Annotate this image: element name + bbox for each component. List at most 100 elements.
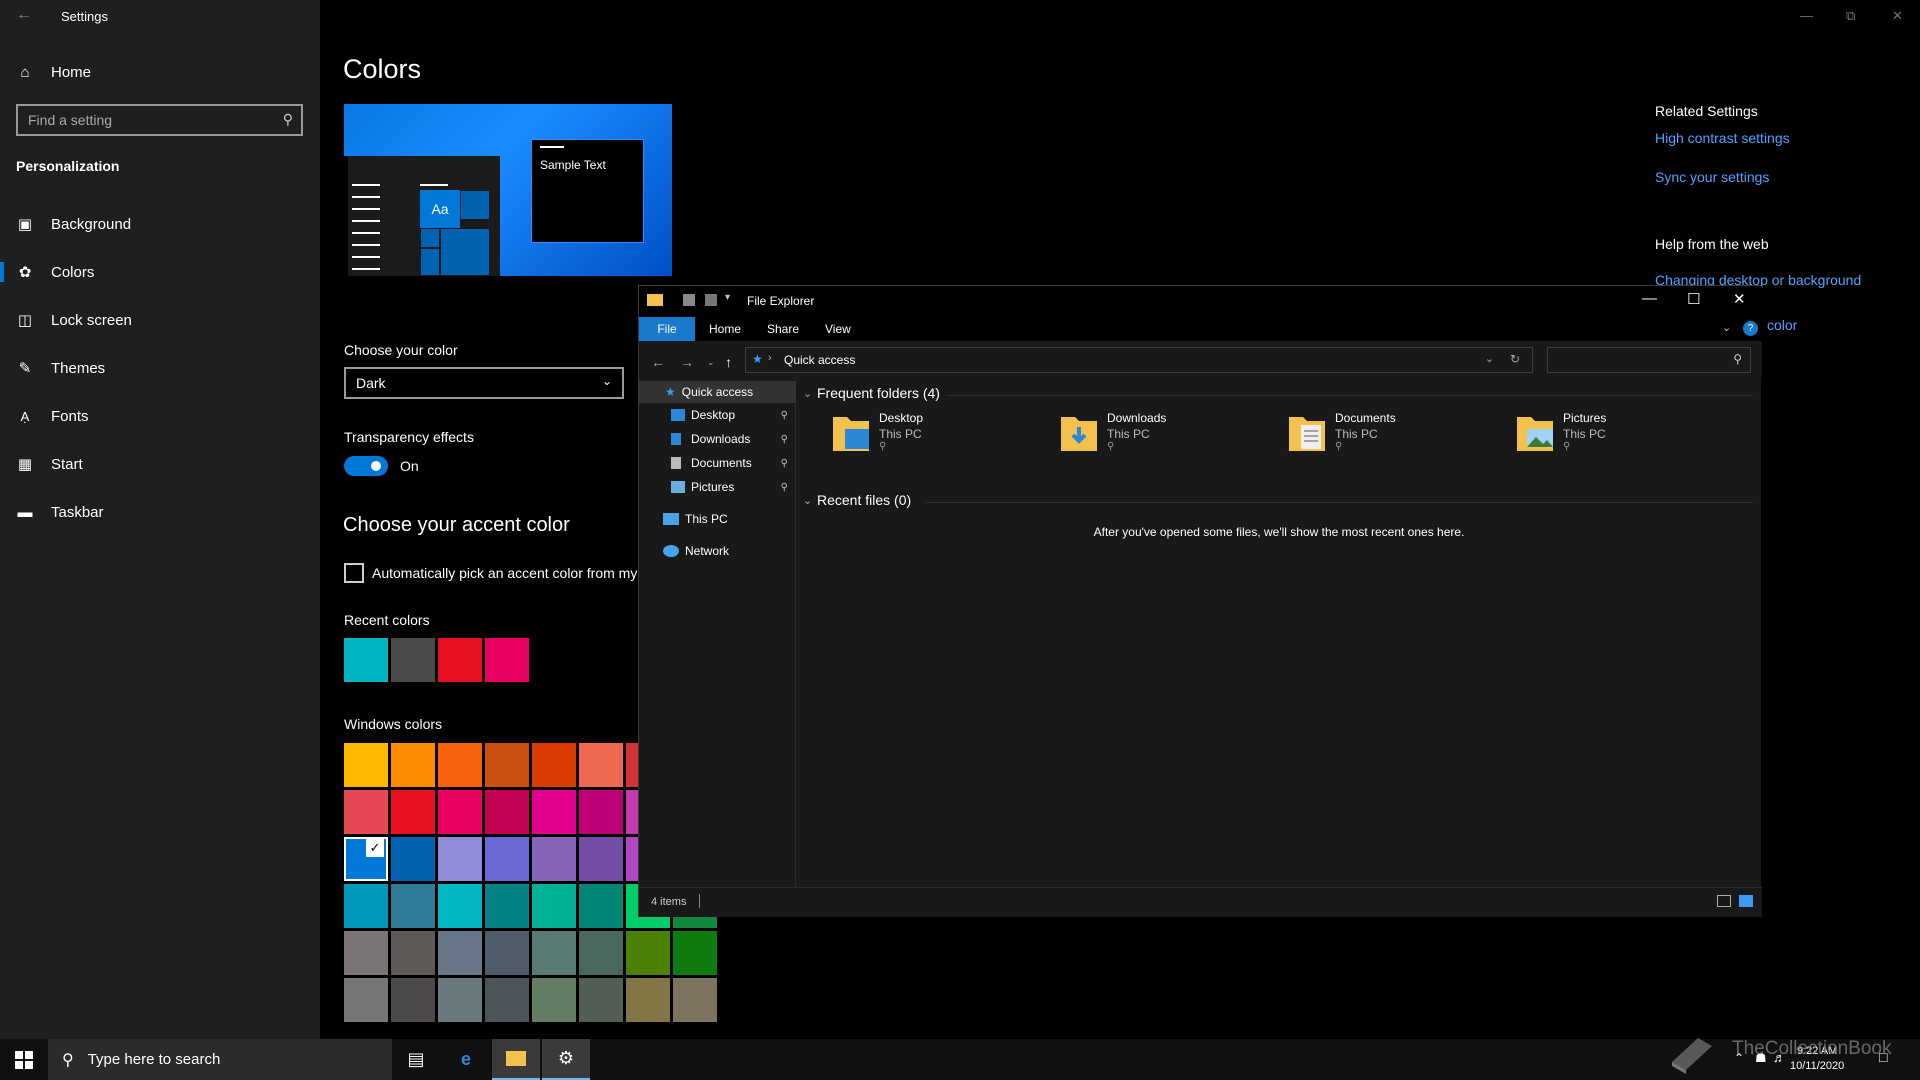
accent-color-swatch[interactable] [344, 743, 388, 787]
pin-icon[interactable]: ⚲ [781, 434, 788, 445]
accent-color-swatch[interactable] [344, 884, 388, 928]
accent-color-swatch[interactable]: ✓ [344, 837, 388, 881]
accent-color-swatch[interactable] [438, 743, 482, 787]
large-icons-view-icon[interactable] [1739, 895, 1753, 907]
new-folder-icon[interactable] [705, 294, 717, 306]
frequent-folders-heading[interactable]: Frequent folders (4) [817, 385, 940, 401]
transparency-toggle[interactable] [344, 456, 388, 476]
properties-icon[interactable] [683, 294, 695, 306]
nav-colors[interactable]: ✿ Colors [0, 252, 320, 292]
accent-color-swatch[interactable] [579, 931, 623, 975]
nav-taskbar[interactable]: ▬ Taskbar [0, 492, 320, 532]
accent-color-swatch[interactable] [485, 743, 529, 787]
collapse-chevron-icon[interactable]: ⌄ [803, 494, 812, 507]
nav-quick-access[interactable]: ★ Quick access [639, 381, 796, 403]
recent-color-swatch[interactable] [344, 638, 388, 682]
address-bar[interactable]: ★ › Quick access ⌄ ↻ [745, 347, 1533, 373]
explorer-close-icon[interactable]: ✕ [1733, 290, 1746, 308]
accent-color-swatch[interactable] [485, 931, 529, 975]
back-icon[interactable]: ← [651, 354, 665, 370]
minimize-icon[interactable]: — [1800, 8, 1813, 23]
auto-accent-checkbox[interactable] [344, 563, 364, 583]
start-button[interactable] [0, 1039, 48, 1080]
explorer-maximize-icon[interactable]: ☐ [1687, 290, 1700, 308]
accent-color-swatch[interactable] [391, 931, 435, 975]
explorer-minimize-icon[interactable]: — [1642, 290, 1657, 307]
accent-color-swatch[interactable] [532, 790, 576, 834]
restore-icon[interactable]: ⧉ [1846, 8, 1855, 24]
nav-themes[interactable]: ✎ Themes [0, 348, 320, 388]
explorer-search-input[interactable]: ⚲ [1547, 347, 1751, 373]
accent-color-swatch[interactable] [344, 931, 388, 975]
close-icon[interactable]: ✕ [1892, 8, 1903, 24]
back-arrow-icon[interactable]: ← [16, 6, 32, 24]
nav-desktop[interactable]: Desktop ⚲ [639, 404, 796, 426]
choose-color-dropdown[interactable]: Dark ⌄ [344, 367, 624, 399]
accent-color-swatch[interactable] [485, 837, 529, 881]
nav-lock-screen[interactable]: ◫ Lock screen [0, 300, 320, 340]
recent-color-swatch[interactable] [391, 638, 435, 682]
nav-documents[interactable]: Documents ⚲ [639, 452, 796, 474]
accent-color-swatch[interactable] [485, 884, 529, 928]
ribbon-tab-share[interactable]: Share [767, 322, 799, 336]
edge-button[interactable]: e [442, 1039, 490, 1080]
sync-settings-link[interactable]: Sync your settings [1655, 169, 1769, 185]
recent-color-swatch[interactable] [485, 638, 529, 682]
pin-icon[interactable]: ⚲ [781, 458, 788, 469]
accent-color-swatch[interactable] [485, 790, 529, 834]
accent-color-swatch[interactable] [626, 978, 670, 1022]
accent-color-swatch[interactable] [626, 931, 670, 975]
accent-color-swatch[interactable] [438, 790, 482, 834]
accent-color-swatch[interactable] [438, 837, 482, 881]
accent-color-swatch[interactable] [391, 837, 435, 881]
taskbar-search-box[interactable]: ⚲ Type here to search [48, 1039, 392, 1080]
accent-color-swatch[interactable] [532, 884, 576, 928]
recent-locations-icon[interactable]: ⌄ [707, 357, 715, 368]
folder-documents[interactable]: Documents This PC ⚲ [1287, 411, 1507, 471]
ribbon-tab-view[interactable]: View [825, 322, 851, 336]
accent-color-swatch[interactable] [579, 884, 623, 928]
accent-color-swatch[interactable] [391, 978, 435, 1022]
details-view-icon[interactable] [1717, 895, 1731, 907]
accent-color-swatch[interactable] [579, 790, 623, 834]
accent-color-swatch[interactable] [391, 790, 435, 834]
pin-icon[interactable]: ⚲ [781, 410, 788, 421]
file-explorer-taskbar-button[interactable] [492, 1039, 540, 1080]
task-view-button[interactable]: ▤ [392, 1039, 440, 1080]
high-contrast-link[interactable]: High contrast settings [1655, 130, 1790, 146]
accent-color-swatch[interactable] [532, 931, 576, 975]
help-link-color[interactable]: color [1767, 317, 1797, 333]
nav-downloads[interactable]: Downloads ⚲ [639, 428, 796, 450]
nav-this-pc[interactable]: This PC [639, 508, 796, 530]
accent-color-swatch[interactable] [438, 884, 482, 928]
accent-color-swatch[interactable] [438, 931, 482, 975]
accent-color-swatch[interactable] [579, 743, 623, 787]
ribbon-tab-file[interactable]: File [639, 317, 695, 341]
folder-desktop[interactable]: Desktop This PC ⚲ [831, 411, 1051, 471]
nav-fonts[interactable]: Ạ Fonts [0, 396, 320, 436]
pin-icon[interactable]: ⚲ [781, 482, 788, 493]
recent-color-swatch[interactable] [438, 638, 482, 682]
accent-color-swatch[interactable] [532, 743, 576, 787]
nav-start[interactable]: ▦ Start [0, 444, 320, 484]
find-setting-input[interactable]: Find a setting ⚲ [16, 104, 303, 136]
accent-color-swatch[interactable] [579, 837, 623, 881]
accent-color-swatch[interactable] [673, 978, 717, 1022]
help-icon[interactable]: ? [1743, 321, 1758, 336]
collapse-chevron-icon[interactable]: ⌄ [803, 387, 812, 400]
nav-network[interactable]: Network [639, 540, 796, 562]
recent-files-heading[interactable]: Recent files (0) [817, 492, 911, 508]
refresh-icon[interactable]: ↻ [1510, 352, 1520, 366]
nav-pictures[interactable]: Pictures ⚲ [639, 476, 796, 498]
folder-pictures[interactable]: Pictures This PC ⚲ [1515, 411, 1735, 471]
accent-color-swatch[interactable] [532, 837, 576, 881]
nav-background[interactable]: ▣ Background [0, 204, 320, 244]
search-icon[interactable]: ⚲ [283, 111, 293, 128]
accent-color-swatch[interactable] [391, 743, 435, 787]
accent-color-swatch[interactable] [344, 790, 388, 834]
address-dropdown-icon[interactable]: ⌄ [1485, 352, 1494, 365]
accent-color-swatch[interactable] [438, 978, 482, 1022]
search-icon[interactable]: ⚲ [1733, 352, 1742, 366]
accent-color-swatch[interactable] [673, 931, 717, 975]
customize-toolbar-icon[interactable]: ▾ [725, 292, 730, 303]
